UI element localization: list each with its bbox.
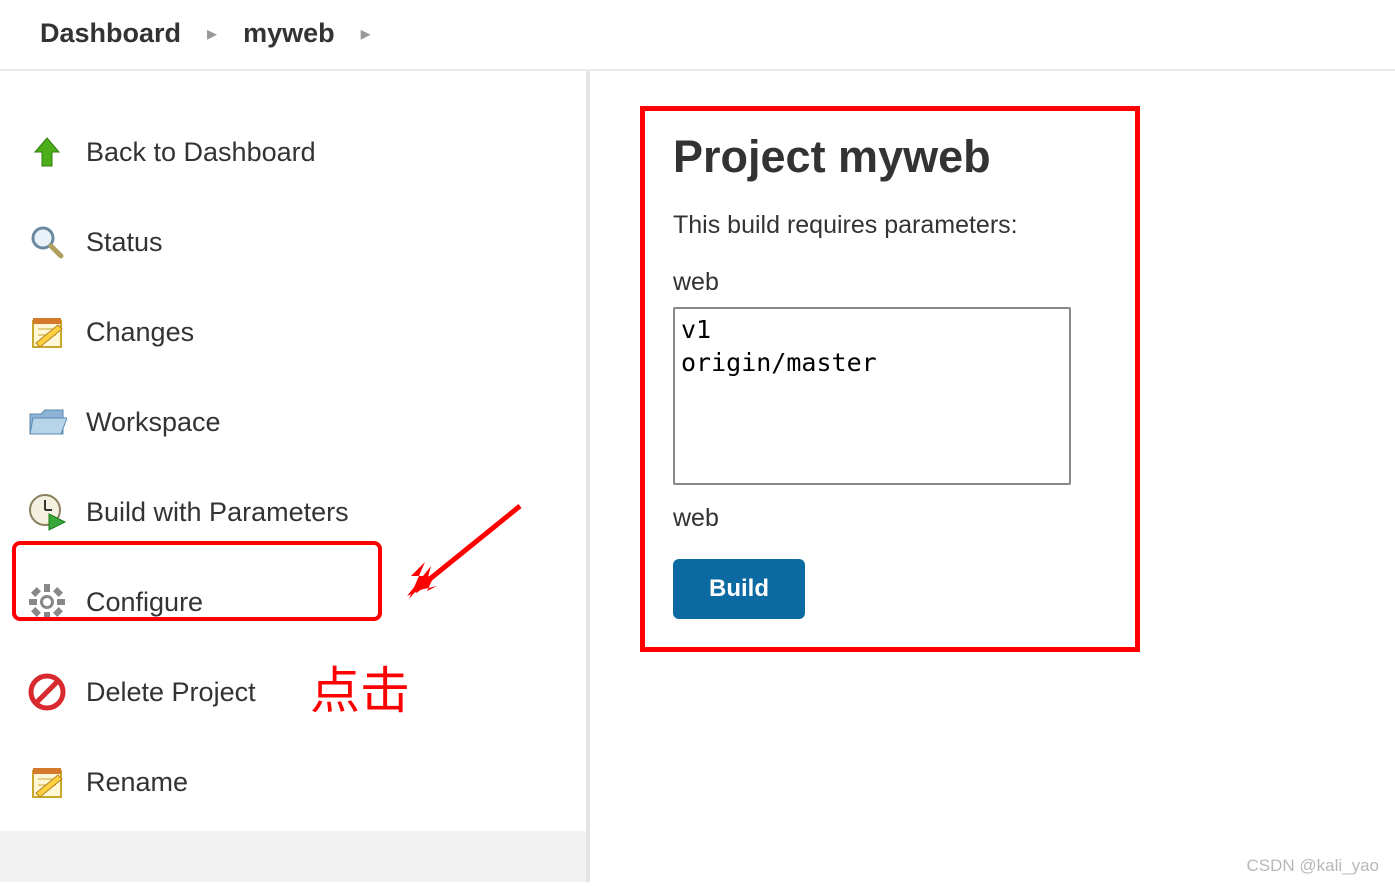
sidebar-item-changes[interactable]: Changes bbox=[20, 291, 586, 373]
notepad-icon bbox=[26, 311, 68, 353]
no-entry-icon bbox=[26, 671, 68, 713]
param-label-web: web bbox=[673, 268, 1107, 297]
gear-icon bbox=[26, 581, 68, 623]
parameters-intro: This build requires parameters: bbox=[673, 211, 1107, 240]
folder-icon bbox=[26, 401, 68, 443]
param-select-web[interactable]: v1 origin/master bbox=[673, 307, 1071, 485]
param-description: web bbox=[673, 504, 1107, 533]
sidebar-item-build-params[interactable]: Build with Parameters bbox=[20, 471, 586, 553]
sidebar-item-delete[interactable]: Delete Project bbox=[20, 651, 586, 733]
magnifier-icon bbox=[26, 221, 68, 263]
chevron-right-icon: ▸ bbox=[207, 21, 217, 46]
sidebar: Back to Dashboard Status Changes Workspa… bbox=[0, 71, 590, 882]
sidebar-item-label: Build with Parameters bbox=[86, 497, 349, 528]
build-button[interactable]: Build bbox=[673, 559, 805, 619]
chevron-right-icon: ▸ bbox=[361, 21, 371, 46]
sidebar-item-workspace[interactable]: Workspace bbox=[20, 381, 586, 463]
sidebar-item-rename[interactable]: Rename bbox=[20, 741, 586, 823]
sidebar-item-status[interactable]: Status bbox=[20, 201, 586, 283]
notepad-edit-icon bbox=[26, 761, 68, 803]
page-title: Project myweb bbox=[673, 131, 1107, 183]
breadcrumb-dashboard[interactable]: Dashboard bbox=[40, 18, 181, 49]
param-option[interactable]: origin/master bbox=[681, 346, 1063, 379]
sidebar-item-back[interactable]: Back to Dashboard bbox=[20, 111, 586, 193]
up-arrow-icon bbox=[26, 131, 68, 173]
sidebar-item-label: Delete Project bbox=[86, 677, 256, 708]
sidebar-item-label: Rename bbox=[86, 767, 188, 798]
breadcrumb: Dashboard ▸ myweb ▸ bbox=[0, 0, 1395, 71]
sidebar-item-label: Status bbox=[86, 227, 163, 258]
sidebar-item-label: Changes bbox=[86, 317, 194, 348]
sidebar-item-configure[interactable]: Configure bbox=[20, 561, 586, 643]
annotation-content-box: Project myweb This build requires parame… bbox=[640, 106, 1140, 652]
breadcrumb-project[interactable]: myweb bbox=[243, 18, 335, 49]
sidebar-item-label: Back to Dashboard bbox=[86, 137, 316, 168]
clock-play-icon bbox=[26, 491, 68, 533]
param-option[interactable]: v1 bbox=[681, 313, 1063, 346]
sidebar-item-label: Workspace bbox=[86, 407, 221, 438]
watermark: CSDN @kali_yao bbox=[1246, 856, 1379, 876]
main-content: Project myweb This build requires parame… bbox=[590, 71, 1395, 882]
sidebar-item-label: Configure bbox=[86, 587, 203, 618]
